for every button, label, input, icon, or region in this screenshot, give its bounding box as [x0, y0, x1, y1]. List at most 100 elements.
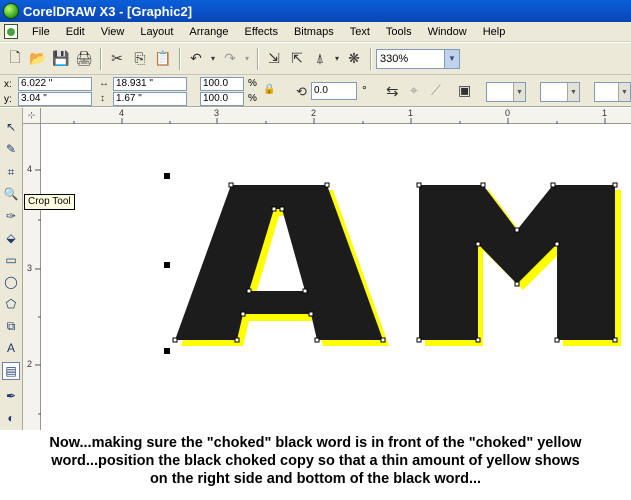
vertical-ruler[interactable]: 4 3 2 — [23, 124, 41, 430]
ruler-tick-label: 0 — [505, 108, 511, 118]
scale-width-field[interactable]: 100.0 — [200, 77, 244, 91]
toolbar-separator — [370, 47, 372, 70]
coreldraw-app-icon[interactable] — [3, 3, 19, 19]
paste-icon[interactable]: 📋 — [152, 48, 174, 70]
height-arrows-icon: ↕ — [100, 93, 105, 104]
ruler-tick-label: 3 — [27, 263, 33, 273]
chevron-down-icon[interactable]: ▼ — [513, 83, 525, 101]
cut-icon[interactable]: ✂ — [106, 48, 128, 70]
toolbar-separator — [257, 47, 259, 70]
zoom-tool-icon[interactable]: 🔍 — [2, 185, 20, 203]
y-position-field[interactable]: 3.04 " — [18, 92, 92, 106]
ruler-tick-label: 1 — [602, 108, 608, 118]
caption-line-1: Now...making sure the "choked" black wor… — [49, 435, 582, 451]
caption-line-3: on the right side and bottom of the blac… — [149, 471, 482, 487]
menu-tools[interactable]: Tools — [378, 22, 420, 42]
node-align-icon[interactable]: ⌖ — [410, 82, 418, 99]
crop-tool-tooltip: Crop Tool — [24, 194, 75, 210]
smart-fill-tool-icon[interactable]: ⬙ — [2, 229, 20, 247]
export-icon[interactable]: ⇱ — [286, 48, 308, 70]
instruction-caption: Now...making sure the "choked" black wor… — [0, 430, 631, 500]
object-width-field[interactable]: 18.931 " — [113, 77, 187, 91]
ruler-origin-icon[interactable]: ⊹ — [23, 108, 41, 124]
width-arrows-icon: ↔ — [99, 78, 109, 89]
menu-text[interactable]: Text — [342, 22, 378, 42]
black-letter-m[interactable] — [419, 185, 615, 340]
menu-arrange[interactable]: Arrange — [181, 22, 236, 42]
object-height-field[interactable]: 1.67 " — [113, 92, 187, 106]
freehand-tool-icon[interactable]: ✑ — [2, 207, 20, 225]
mirror-icon[interactable]: ⇆ — [386, 82, 399, 100]
import-icon[interactable]: ⇲ — [263, 48, 285, 70]
copy-icon[interactable]: ⎘ — [129, 48, 151, 70]
caption-line-2: word...position the black choked copy so… — [51, 453, 580, 469]
drawing-canvas[interactable] — [41, 124, 631, 430]
horizontal-ruler-ticks — [73, 118, 606, 124]
selection-handles[interactable] — [164, 173, 170, 354]
print-icon[interactable]: 🖨 — [73, 48, 95, 70]
outline-color-select[interactable]: ▼ — [594, 82, 631, 102]
line-node-icon[interactable]: ⟋ — [431, 82, 441, 99]
chevron-down-icon[interactable]: ▼ — [618, 83, 630, 101]
interactive-blend-tool-icon[interactable]: ▤ — [2, 362, 20, 380]
menu-window[interactable]: Window — [420, 22, 475, 42]
zoom-level-select[interactable]: 330% ▼ — [376, 48, 460, 69]
artwork[interactable] — [41, 124, 631, 430]
menu-bitmaps[interactable]: Bitmaps — [286, 22, 342, 42]
rectangle-tool-icon[interactable]: ▭ — [2, 251, 20, 269]
shape-tool-icon[interactable]: ✎ — [2, 140, 20, 158]
ruler-tick-label: 3 — [214, 108, 220, 118]
title-bar: CorelDRAW X3 - [Graphic2] — [0, 0, 631, 22]
basic-shapes-tool-icon[interactable]: ⧉ — [2, 317, 20, 335]
undo-dropdown-icon[interactable]: ▾ — [208, 48, 218, 70]
lock-ratio-icon[interactable]: 🔒 — [263, 84, 275, 95]
x-label: x: — [4, 79, 12, 90]
window-title: CorelDRAW X3 - [Graphic2] — [23, 3, 193, 19]
scale-height-field[interactable]: 100.0 — [200, 92, 244, 106]
menu-layout[interactable]: Layout — [132, 22, 181, 42]
redo-icon[interactable]: ↷ — [219, 48, 241, 70]
rotate-icon: ⟲ — [296, 84, 307, 99]
menu-bar: File Edit View Layout Arrange Effects Bi… — [0, 22, 631, 42]
eyedropper-tool-icon[interactable]: ✒ — [2, 387, 20, 405]
standard-toolbar: 🗋 📂 💾 🖨 ✂ ⎘ 📋 ↶ ▾ ↷ ▾ ⇲ ⇱ ⍋ ▾ ❋ 330% ▼ — [0, 43, 631, 75]
toolbox: ↖ ✎ ⌗ 🔍 ✑ ⬙ ▭ ◯ ⬠ ⧉ A ▤ ✒ ◐ — [0, 108, 23, 430]
menu-edit[interactable]: Edit — [58, 22, 93, 42]
to-front-icon[interactable]: ▣ — [458, 82, 471, 99]
toolbar-separator — [100, 47, 102, 70]
redo-dropdown-icon[interactable]: ▾ — [242, 48, 252, 70]
text-tool-icon[interactable]: A — [2, 339, 20, 357]
chevron-down-icon[interactable]: ▼ — [567, 83, 579, 101]
y-label: y: — [4, 94, 12, 105]
application-launcher-icon[interactable]: ⍋ — [309, 48, 331, 70]
ruler-tick-label: 2 — [27, 359, 33, 369]
x-position-field[interactable]: 6.022 " — [18, 77, 92, 91]
pick-tool-icon[interactable]: ↖ — [2, 118, 20, 136]
corel-online-icon[interactable]: ❋ — [343, 48, 365, 70]
menu-help[interactable]: Help — [475, 22, 514, 42]
percent-label-1: % — [248, 78, 257, 89]
ruler-tick-label: 1 — [408, 108, 414, 118]
save-icon[interactable]: 💾 — [50, 48, 72, 70]
outline-tool-icon[interactable]: ◐ — [2, 409, 20, 427]
crop-tool-icon[interactable]: ⌗ — [2, 163, 20, 181]
toolbar-separator — [179, 47, 181, 70]
chevron-down-icon[interactable]: ▼ — [444, 49, 459, 68]
degree-symbol: ° — [362, 83, 367, 97]
open-icon[interactable]: 📂 — [27, 48, 49, 70]
percent-label-2: % — [248, 93, 257, 104]
new-document-icon[interactable]: 🗋 — [4, 48, 26, 70]
polygon-tool-icon[interactable]: ⬠ — [2, 295, 20, 313]
launcher-dropdown-icon[interactable]: ▾ — [332, 48, 342, 70]
property-bar: x: 6.022 " y: 3.04 " ↔ 18.931 " ↕ 1.67 "… — [0, 75, 631, 107]
horizontal-ruler[interactable]: 4 3 2 1 0 1 — [41, 108, 631, 124]
fill-select[interactable]: ▼ — [540, 82, 580, 102]
document-icon[interactable] — [4, 24, 18, 39]
ellipse-tool-icon[interactable]: ◯ — [2, 273, 20, 291]
undo-icon[interactable]: ↶ — [185, 48, 207, 70]
rotation-angle-field[interactable]: 0.0 — [311, 82, 357, 100]
menu-effects[interactable]: Effects — [237, 22, 286, 42]
menu-file[interactable]: File — [24, 22, 58, 42]
outline-width-select[interactable]: ▼ — [486, 82, 526, 102]
menu-view[interactable]: View — [93, 22, 133, 42]
